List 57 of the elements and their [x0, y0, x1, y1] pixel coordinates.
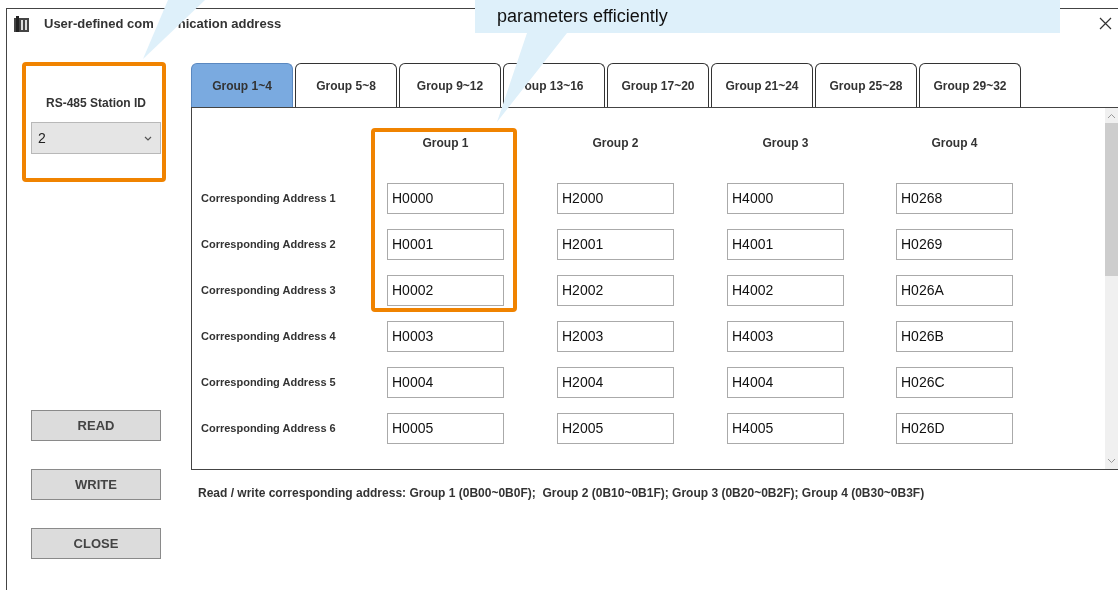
tab[interactable]: Group 21~24 — [711, 63, 813, 107]
address-field[interactable]: H0004 — [387, 366, 504, 398]
row-label: Corresponding Address 5 — [201, 376, 337, 388]
address-field[interactable]: H4000 — [727, 182, 844, 214]
tab[interactable]: Group 5~8 — [295, 63, 397, 107]
action-button[interactable]: READ — [31, 410, 161, 441]
address-field[interactable]: H026C — [896, 366, 1013, 398]
address-field[interactable]: H0005 — [387, 412, 504, 444]
tab[interactable]: Group 25~28 — [815, 63, 917, 107]
row-label: Corresponding Address 3 — [201, 284, 337, 296]
address-field[interactable]: H0003 — [387, 320, 504, 352]
address-field[interactable]: H0002 — [387, 274, 504, 306]
address-field[interactable]: H026A — [896, 274, 1013, 306]
close-icon[interactable] — [1099, 17, 1112, 30]
callout-text: parameters efficiently — [497, 6, 668, 26]
tab[interactable]: Group 1~4 — [191, 63, 293, 107]
column-header: Group 1 — [421, 135, 470, 151]
address-field[interactable]: H0269 — [896, 228, 1013, 260]
address-field[interactable]: H2000 — [557, 182, 674, 214]
address-field[interactable]: H2001 — [557, 228, 674, 260]
address-field[interactable]: H0000 — [387, 182, 504, 214]
station-select[interactable]: 2 — [31, 122, 161, 154]
column-header: Group 4 — [930, 135, 979, 151]
address-field[interactable]: H2004 — [557, 366, 674, 398]
row-label: Corresponding Address 2 — [201, 238, 337, 250]
column-header: Group 2 — [591, 135, 640, 151]
action-button[interactable]: CLOSE — [31, 528, 161, 559]
tab[interactable]: Group 29~32 — [919, 63, 1021, 107]
address-note: Read / write corresponding address: Group 1 (0B00~0B0F); Group 2 (0B10~0B1F); Group 3 (0B20~0B2F); Group 4 (0B30~0B3F) — [197, 486, 926, 500]
window-title: nication address — [177, 16, 282, 31]
address-field[interactable]: H4001 — [727, 228, 844, 260]
window-title: User-defined com — [44, 16, 154, 31]
chevron-icon — [144, 135, 152, 141]
app-icon — [13, 15, 30, 32]
address-field[interactable]: H2002 — [557, 274, 674, 306]
address-field[interactable]: H0268 — [896, 182, 1013, 214]
address-field[interactable]: H0001 — [387, 228, 504, 260]
address-field[interactable]: H026B — [896, 320, 1013, 352]
row-label: Corresponding Address 4 — [201, 330, 337, 342]
scroll-down-icon[interactable] — [1107, 458, 1116, 464]
address-field[interactable]: H4003 — [727, 320, 844, 352]
row-label: Corresponding Address 6 — [201, 422, 337, 434]
column-header: Group 3 — [761, 135, 810, 151]
address-field[interactable]: H4004 — [727, 366, 844, 398]
scrollbar[interactable] — [1105, 108, 1118, 469]
address-field[interactable]: H026D — [896, 412, 1013, 444]
tab[interactable]: Group 9~12 — [399, 63, 501, 107]
scroll-up-icon[interactable] — [1107, 113, 1116, 119]
address-field[interactable]: H2005 — [557, 412, 674, 444]
tab[interactable]: Group 17~20 — [607, 63, 709, 107]
station-id-label: RS-485 Station ID — [45, 95, 147, 111]
scroll-thumb[interactable] — [1105, 123, 1118, 276]
action-button[interactable]: WRITE — [31, 469, 161, 500]
address-field[interactable]: H4005 — [727, 412, 844, 444]
row-label: Corresponding Address 1 — [201, 192, 337, 204]
address-field[interactable]: H4002 — [727, 274, 844, 306]
address-field[interactable]: H2003 — [557, 320, 674, 352]
